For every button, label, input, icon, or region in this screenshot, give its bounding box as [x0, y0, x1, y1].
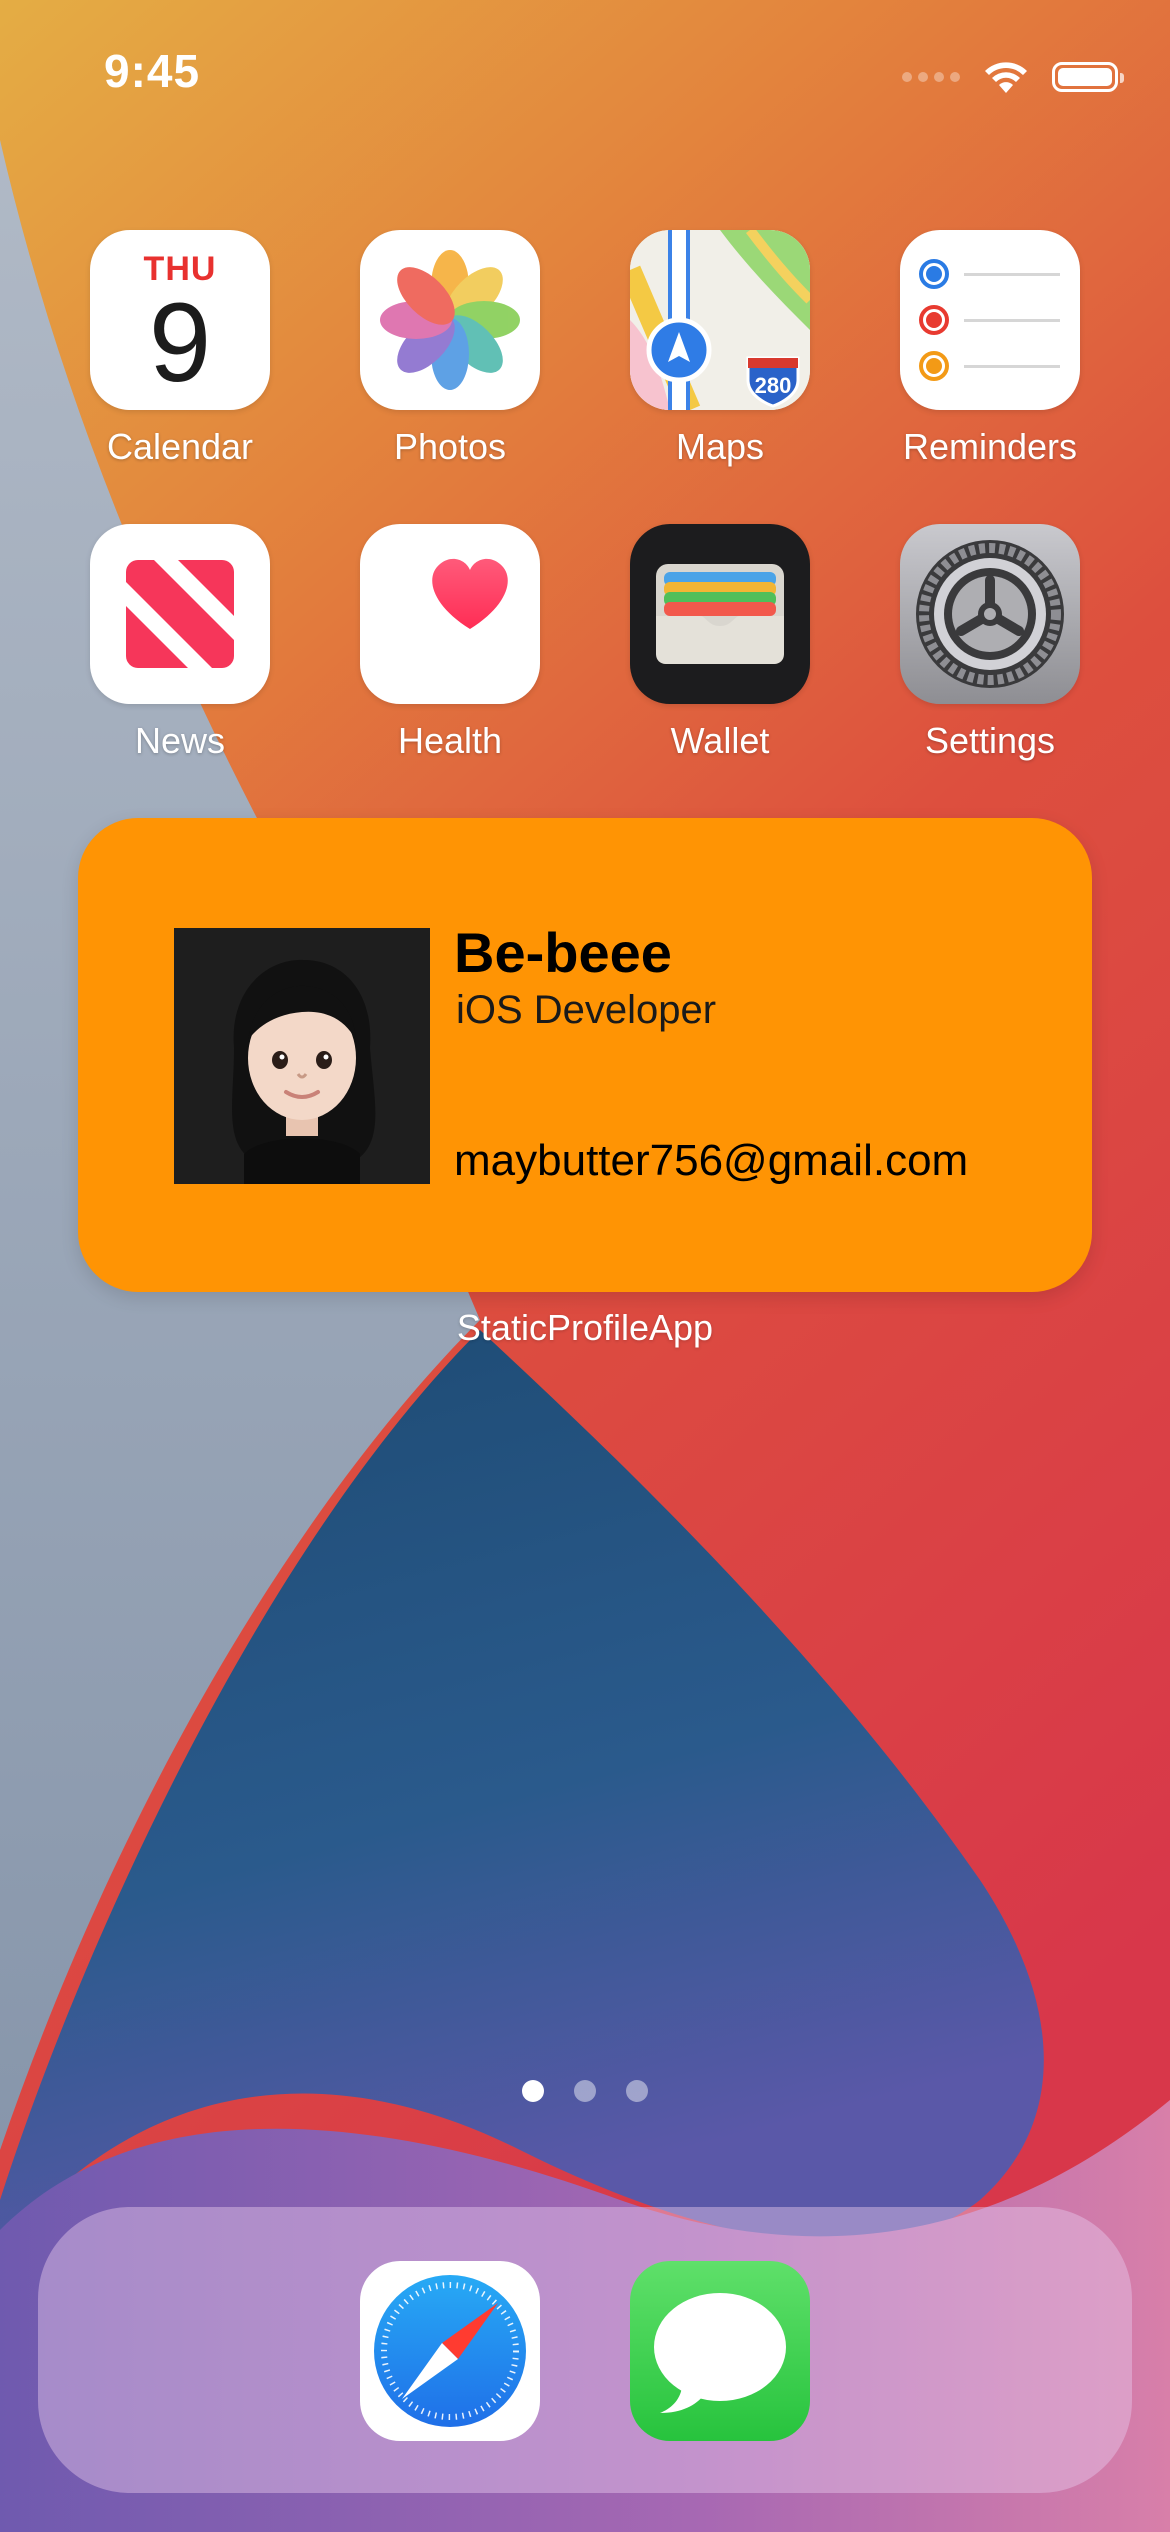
news-icon [90, 524, 270, 704]
maps-badge: 280 [755, 373, 792, 398]
app-label-calendar: Calendar [106, 426, 254, 467]
app-news[interactable]: News [60, 524, 300, 762]
profile-email: maybutter756@gmail.com [454, 1136, 969, 1185]
page-indicator[interactable] [0, 2080, 1170, 2102]
battery-icon [1052, 62, 1124, 92]
wallet-icon [630, 524, 810, 704]
app-health[interactable]: Health [330, 524, 570, 762]
app-calendar[interactable]: THU 9 Calendar [60, 230, 300, 468]
app-label-reminders: Reminders [902, 426, 1078, 467]
settings-icon [900, 524, 1080, 704]
app-label-settings: Settings [924, 720, 1056, 761]
profile-widget[interactable]: Be-beee iOS Developer maybutter756@gmail… [78, 818, 1092, 1292]
app-label-photos: Photos [393, 426, 507, 467]
app-maps[interactable]: 280 Maps [600, 230, 840, 468]
app-label-wallet: Wallet [670, 720, 770, 761]
page-dot-1[interactable] [522, 2080, 544, 2102]
calendar-icon: THU 9 [90, 230, 270, 410]
dock [38, 2207, 1132, 2493]
messages-icon[interactable] [630, 2261, 810, 2441]
profile-avatar [174, 928, 430, 1184]
page-dot-3[interactable] [626, 2080, 648, 2102]
profile-name: Be-beee [454, 921, 672, 984]
health-icon [360, 524, 540, 704]
app-label-maps: Maps [675, 426, 765, 467]
wifi-icon [985, 62, 1027, 93]
app-wallet[interactable]: Wallet [600, 524, 840, 762]
page-dot-2[interactable] [574, 2080, 596, 2102]
profile-role: iOS Developer [456, 988, 717, 1032]
calendar-date: 9 [148, 280, 212, 405]
status-time: 9:45 [104, 45, 201, 97]
widget-app-label: StaticProfileApp [456, 1307, 714, 1348]
app-photos[interactable]: Photos [330, 230, 570, 468]
status-icons [902, 52, 1124, 102]
reminders-icon [900, 230, 1080, 410]
maps-icon: 280 [630, 230, 810, 410]
app-label-health: Health [397, 720, 503, 761]
safari-icon[interactable] [360, 2261, 540, 2441]
app-reminders[interactable]: Reminders [870, 230, 1110, 468]
photos-icon [360, 230, 540, 410]
app-label-news: News [134, 720, 226, 761]
app-settings[interactable]: Settings [870, 524, 1110, 762]
cellular-signal-icon [902, 72, 960, 82]
